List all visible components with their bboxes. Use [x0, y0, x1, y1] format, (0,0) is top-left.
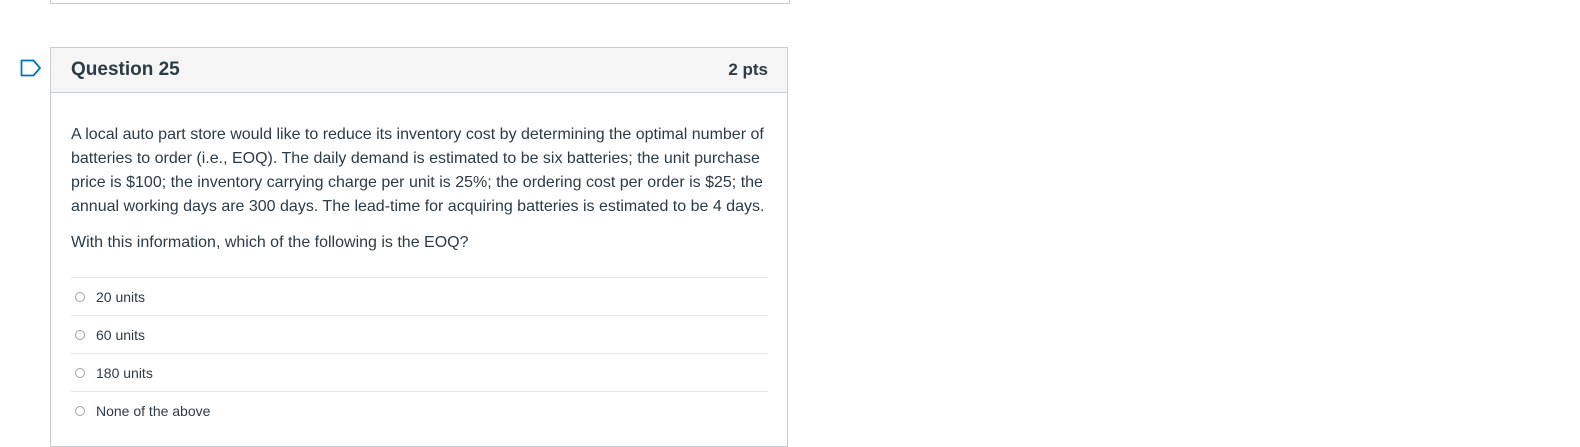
answer-list: 20 units 60 units 180 units None of the …: [71, 277, 768, 429]
question-prompt: With this information, which of the foll…: [71, 234, 469, 251]
radio-button[interactable]: [75, 405, 85, 416]
question-body: A local auto part store would like to re…: [51, 93, 787, 429]
flag-question-icon[interactable]: [20, 59, 42, 77]
answer-label[interactable]: 20 units: [96, 289, 145, 305]
radio-button[interactable]: [75, 291, 85, 302]
answer-option[interactable]: None of the above: [71, 392, 768, 429]
answer-option[interactable]: 60 units: [71, 316, 768, 354]
radio-button[interactable]: [75, 329, 85, 340]
answer-label[interactable]: 180 units: [96, 365, 153, 381]
question-title: Question 25: [71, 59, 180, 80]
answer-option[interactable]: 180 units: [71, 354, 768, 392]
previous-question-card: [50, 0, 790, 4]
answer-label[interactable]: 60 units: [96, 327, 145, 343]
question-text: A local auto part store would like to re…: [71, 126, 765, 215]
radio-button[interactable]: [75, 367, 85, 378]
question-points: 2 pts: [728, 60, 768, 79]
answer-option[interactable]: 20 units: [71, 278, 768, 316]
question-header: Question 25 2 pts: [51, 48, 787, 93]
question-card: Question 25 2 pts A local auto part stor…: [50, 47, 788, 447]
answer-label[interactable]: None of the above: [96, 403, 210, 419]
